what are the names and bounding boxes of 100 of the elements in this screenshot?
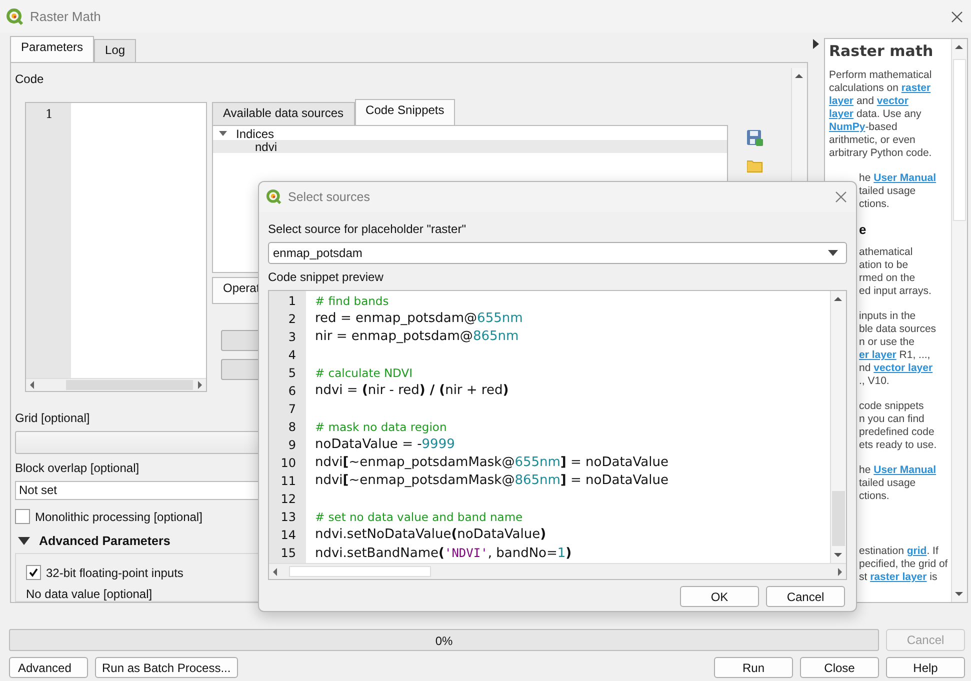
- action-button[interactable]: Help: [886, 657, 965, 678]
- line-number: 12: [280, 491, 297, 508]
- close-icon[interactable]: [835, 191, 847, 203]
- window-title: Raster Math: [30, 9, 101, 24]
- checkbox[interactable]: [15, 509, 30, 524]
- code-line: nir = enmap_potsdam@865nm: [315, 329, 519, 344]
- help-text: rmed on the: [859, 272, 916, 285]
- line-number: 4: [287, 347, 297, 364]
- line-number: 14: [280, 527, 297, 544]
- help-text: pecified, the grid of: [859, 558, 948, 571]
- help-text: arithmetic, or even: [829, 134, 916, 147]
- code-line: red = enmap_potsdam@655nm: [315, 311, 523, 326]
- line-number: 13: [280, 509, 297, 526]
- tab[interactable]: Code Snippets: [354, 99, 456, 125]
- batch-button[interactable]: Run as Batch Process...: [95, 657, 238, 678]
- grid-label: Grid [optional]: [15, 410, 90, 425]
- checkbox[interactable]: [26, 565, 41, 580]
- help-text: athematical: [859, 246, 913, 259]
- line-number: 10: [280, 455, 297, 472]
- help-text: e: [859, 223, 866, 236]
- dialog-title: Select sources: [288, 190, 370, 204]
- horizontal-scrollbar[interactable]: [26, 378, 206, 391]
- help-text: ., V10.: [859, 375, 890, 388]
- line-number: 6: [287, 383, 297, 400]
- help-text: inputs in the: [859, 310, 916, 323]
- no-data-label: No data value [optional]: [26, 587, 152, 601]
- block-overlap-label: Block overlap [optional]: [15, 461, 140, 475]
- code-editor[interactable]: 1: [25, 102, 207, 392]
- help-text: ation to be: [859, 259, 908, 272]
- source-label: Select source for placeholder "raster": [268, 222, 466, 236]
- line-number: 5: [287, 365, 297, 382]
- code-line: # find bands: [315, 294, 389, 309]
- line-number: 1: [287, 293, 297, 310]
- tree-item[interactable]: Indices: [236, 126, 274, 140]
- folder-icon[interactable]: [747, 159, 763, 173]
- action-button[interactable]: Run: [714, 657, 793, 678]
- vertical-scrollbar[interactable]: [951, 39, 967, 602]
- help-text: code snippets: [859, 400, 924, 413]
- tab[interactable]: Parameters: [10, 36, 94, 62]
- help-text: he User Manual: [859, 464, 936, 477]
- source-dropdown[interactable]: enmap_potsdam: [268, 242, 847, 264]
- line-number: 7: [287, 401, 297, 418]
- line-number: 3: [287, 329, 297, 346]
- help-text: layer and vector: [829, 95, 908, 108]
- app-logo-icon: [266, 189, 282, 205]
- line-number: 8: [287, 419, 297, 436]
- tab[interactable]: Available data sources: [212, 102, 355, 125]
- help-text: nd vector layer: [859, 362, 933, 375]
- dropdown-arrow-icon[interactable]: [828, 250, 838, 256]
- dialog-button[interactable]: OK: [680, 586, 759, 607]
- section-title[interactable]: Advanced Parameters: [39, 534, 170, 548]
- expand-arrow-icon[interactable]: [813, 39, 819, 49]
- code-line: ndvi[~enmap_potsdamMask@865nm] = noDataValue: [315, 473, 668, 488]
- code-line: ndvi.setBandName('NDVI', bandNo=1): [315, 546, 572, 561]
- code-line: noDataValue = -9999: [315, 437, 455, 452]
- help-text: tailed usage: [859, 185, 916, 198]
- code-line: # calculate NDVI: [315, 366, 412, 381]
- help-text: Perform mathematical: [829, 69, 932, 82]
- help-text: ctions.: [859, 198, 890, 211]
- checkbox-label: Monolithic processing [optional]: [35, 510, 202, 524]
- code-line: # mask no data region: [315, 420, 447, 435]
- help-text: ctions.: [859, 490, 890, 503]
- progress-text: 0%: [434, 634, 454, 648]
- help-text: er layer R1, ...,: [859, 349, 930, 362]
- line-number: 11: [280, 473, 297, 490]
- tree-item[interactable]: ndvi: [213, 140, 727, 153]
- help-link[interactable]: er layer: [859, 349, 896, 361]
- code-line: ndvi[~enmap_potsdamMask@655nm] = noDataValue: [315, 455, 668, 470]
- code-line: # set no data value and band name: [315, 510, 523, 525]
- line-number: 1: [44, 107, 54, 121]
- help-text: calculations on raster: [829, 82, 931, 95]
- line-number: 9: [287, 437, 297, 454]
- checkbox-label: 32-bit floating-point inputs: [46, 566, 184, 580]
- app-logo-icon: [6, 8, 24, 26]
- help-text: ble data sources: [859, 323, 936, 336]
- help-text: n you can find: [859, 413, 924, 426]
- help-text: predefined code: [859, 426, 934, 439]
- help-title: Raster math: [829, 41, 934, 61]
- save-icon[interactable]: [746, 129, 764, 147]
- tab[interactable]: Log: [94, 39, 136, 62]
- vertical-scrollbar[interactable]: [830, 291, 846, 563]
- help-text: n or use the: [859, 336, 914, 349]
- horizontal-scrollbar[interactable]: [269, 563, 846, 579]
- help-text: estination grid. If: [859, 545, 938, 558]
- expand-arrow-icon[interactable]: [18, 537, 30, 545]
- help-text: tailed usage: [859, 477, 916, 490]
- help-text: st raster layer is: [859, 571, 938, 584]
- line-number: 15: [280, 545, 297, 562]
- help-text: ed input arrays.: [859, 285, 932, 298]
- help-text: arbitrary Python code.: [829, 147, 932, 160]
- help-text: layer data. Use any: [829, 108, 922, 121]
- dropdown-button[interactable]: Advanced: [9, 657, 88, 678]
- dialog-button[interactable]: Cancel: [766, 586, 845, 607]
- close-icon[interactable]: [951, 10, 963, 22]
- line-number: 2: [287, 311, 297, 328]
- code-line: ndvi = (nir - red) / (nir + red): [315, 383, 509, 398]
- help-text: ets ready to use.: [859, 439, 937, 452]
- expand-arrow-icon[interactable]: [219, 129, 228, 138]
- preview-label: Code snippet preview: [268, 270, 384, 284]
- action-button[interactable]: Close: [800, 657, 879, 678]
